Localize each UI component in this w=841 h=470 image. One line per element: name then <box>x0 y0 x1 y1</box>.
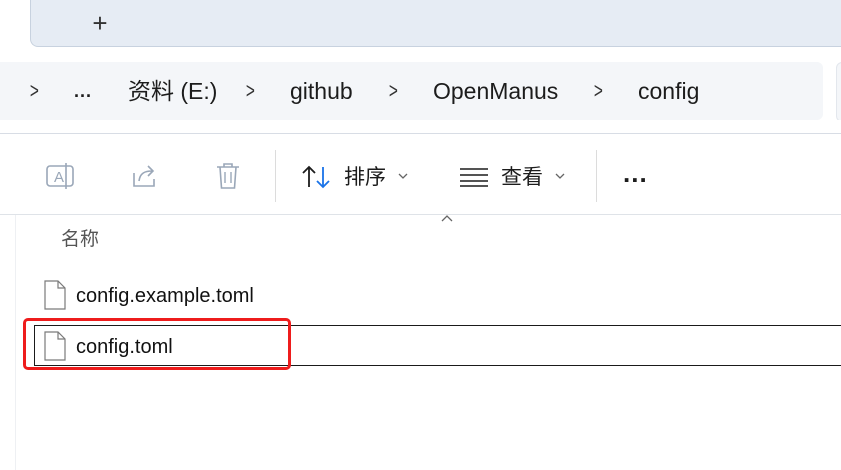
view-button-label[interactable]: 查看 <box>501 163 543 193</box>
chevron-down-icon[interactable] <box>397 170 409 182</box>
search-box-edge[interactable] <box>836 62 841 122</box>
more-options-button[interactable]: ... <box>623 158 648 188</box>
svg-text:A: A <box>54 169 64 186</box>
file-icon <box>44 280 66 310</box>
breadcrumb-drive[interactable]: 资料 (E:) <box>128 76 217 106</box>
chevron-right-icon[interactable]: > <box>30 76 39 106</box>
share-icon[interactable] <box>130 161 160 191</box>
chevron-right-icon[interactable]: > <box>389 76 398 106</box>
tab-strip: + <box>0 0 841 62</box>
column-header-name[interactable]: 名称 <box>61 227 99 253</box>
toolbar-separator <box>275 150 276 202</box>
list-item[interactable]: config.example.toml <box>0 276 841 316</box>
new-tab-button[interactable]: + <box>87 8 113 38</box>
breadcrumb-openmanus[interactable]: OpenManus <box>433 76 558 106</box>
toolbar-separator <box>596 150 597 202</box>
delete-icon[interactable] <box>214 160 242 192</box>
annotation-highlight-box <box>23 318 291 370</box>
address-bar[interactable] <box>0 62 823 120</box>
command-bar <box>0 134 841 214</box>
chevron-right-icon[interactable]: > <box>246 76 255 106</box>
breadcrumb-config[interactable]: config <box>638 76 699 106</box>
sort-icon[interactable] <box>300 163 334 191</box>
chevron-right-icon[interactable]: > <box>594 76 603 106</box>
divider <box>0 214 841 215</box>
rename-icon[interactable]: A <box>44 160 76 192</box>
view-icon[interactable] <box>459 166 489 188</box>
breadcrumb-github[interactable]: github <box>290 76 353 106</box>
spacer <box>0 120 841 134</box>
chevron-down-icon[interactable] <box>554 170 566 182</box>
sort-ascending-icon <box>441 215 453 222</box>
breadcrumb-overflow[interactable]: ... <box>74 76 92 106</box>
file-name: config.example.toml <box>76 285 254 307</box>
sort-button-label[interactable]: 排序 <box>344 163 386 193</box>
active-tab[interactable]: + <box>30 0 841 47</box>
